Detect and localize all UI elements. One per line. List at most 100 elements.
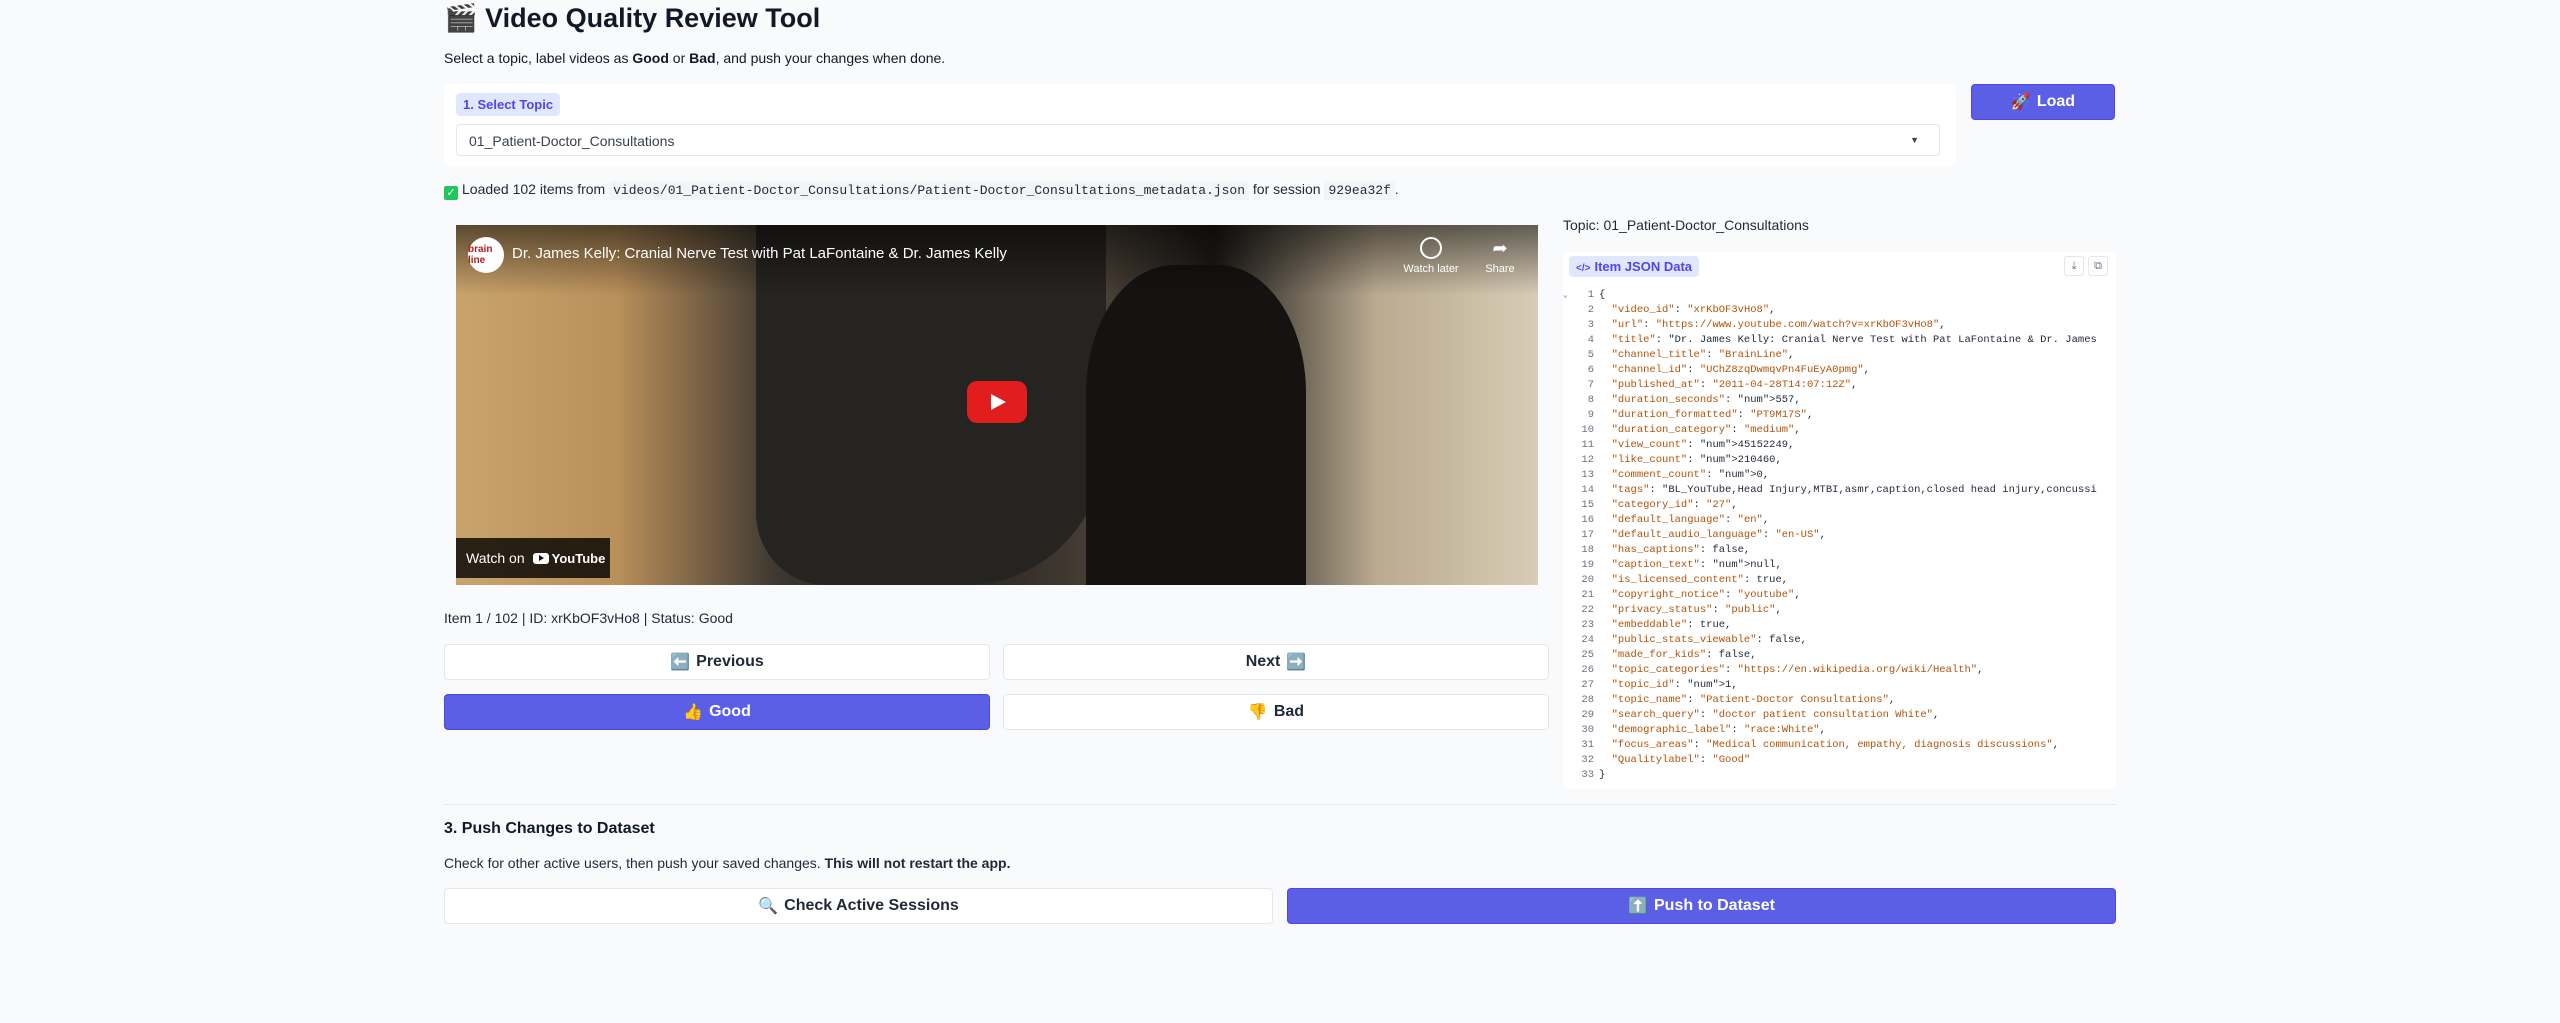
line-number: 22 (1581, 604, 1594, 616)
json-line: 16 "default_language": "en", (1563, 513, 2116, 528)
subtitle-good: Good (632, 50, 669, 66)
json-line-text: "duration_category": "medium", (1611, 424, 1801, 436)
play-button[interactable] (967, 381, 1027, 423)
json-line-text: "focus_areas": "Medical communication, e… (1611, 739, 2060, 751)
status-line: ✓ Loaded 102 items from videos/01_Patient… (444, 181, 1399, 200)
share-button[interactable]: ➦ Share (1472, 237, 1528, 275)
json-line-text: "is_licensed_content": true, (1611, 574, 1789, 586)
json-line: 2 "video_id": "xrKbOF3vHo8", (1563, 303, 2116, 318)
json-line: 29 "search_query": "doctor patient consu… (1563, 708, 2116, 723)
json-line-text: "published_at": "2011-04-28T14:07:12Z", (1611, 379, 1858, 391)
json-line-text: "caption_text": "num">null, (1611, 559, 1782, 571)
video-title[interactable]: Dr. James Kelly: Cranial Nerve Test with… (512, 245, 1007, 262)
check-active-sessions-button[interactable]: 🔍 Check Active Sessions (444, 888, 1273, 924)
share-icon: ➦ (1492, 238, 1508, 258)
subtitle-bad: Bad (689, 50, 716, 66)
copy-icon[interactable]: ⧉ (2088, 256, 2108, 276)
json-line-text: "topic_name": "Patient-Doctor Consultati… (1611, 694, 1896, 706)
json-line-text: "embeddable": true, (1611, 619, 1732, 631)
line-number: 23 (1581, 619, 1594, 631)
push-to-dataset-button[interactable]: ⬆️ Push to Dataset (1287, 888, 2116, 924)
thumbs-down-icon: 👎 (1247, 704, 1268, 721)
json-line: 12 "like_count": "num">210460, (1563, 453, 2116, 468)
json-line-text: "default_language": "en", (1611, 514, 1770, 526)
json-line: 5 "channel_title": "BrainLine", (1563, 348, 2116, 363)
download-icon[interactable]: ⤓ (2064, 256, 2084, 276)
youtube-logo: YouTube (532, 551, 605, 566)
status-text: Loaded 102 items from (462, 181, 610, 197)
app-title: 🎬 Video Quality Review Tool (444, 2, 820, 34)
watch-later-button[interactable]: Watch later (1396, 237, 1466, 275)
share-label: Share (1485, 263, 1515, 275)
arrow-up-icon: ⬆️ (1628, 898, 1648, 915)
status-text-mid: for session (1249, 181, 1325, 197)
json-line-text: "tags": "BL_YouTube,Head Injury,MTBI,asm… (1611, 484, 2097, 496)
bad-button[interactable]: 👎 Bad (1003, 694, 1549, 730)
thumbs-up-icon: 👍 (683, 704, 704, 721)
previous-button[interactable]: ⬅️ Previous (444, 644, 990, 680)
line-number: 6 (1587, 364, 1594, 376)
json-line: 7 "published_at": "2011-04-28T14:07:12Z"… (1563, 378, 2116, 393)
status-session-id: 929ea32f (1324, 181, 1395, 200)
line-number: 5 (1587, 349, 1594, 361)
line-number: 30 (1581, 724, 1594, 736)
clock-icon (1420, 237, 1442, 259)
line-number: 11 (1581, 439, 1594, 451)
topic-dropdown[interactable]: 01_Patient-Doctor_Consultations ▼ (456, 124, 1940, 156)
line-number: 4 (1587, 334, 1594, 346)
json-line-text: "search_query": "doctor patient consulta… (1611, 709, 1940, 721)
json-line: 22 "privacy_status": "public", (1563, 603, 2116, 618)
json-line: 19 "caption_text": "num">null, (1563, 558, 2116, 573)
item-info: Item 1 / 102 | ID: xrKbOF3vHo8 | Status:… (444, 610, 733, 626)
watch-on-youtube-link[interactable]: Watch on YouTube (456, 538, 610, 578)
push-description: Check for other active users, then push … (444, 855, 1010, 871)
json-line: 30 "demographic_label": "race:White", (1563, 723, 2116, 738)
line-number: 19 (1581, 559, 1594, 571)
line-number: 31 (1581, 739, 1594, 751)
arrow-left-icon: ⬅️ (670, 654, 691, 671)
json-line-text: "duration_formatted": "PT9M17S", (1611, 409, 1814, 421)
topic-panel: 1. Select Topic 01_Patient-Doctor_Consul… (444, 84, 1956, 166)
next-button[interactable]: Next ➡️ (1003, 644, 1549, 680)
json-line-text: "channel_id": "UChZ8zqDwmqvPn4FuEyA0pmg"… (1611, 364, 1870, 376)
load-button-label: Load (2036, 93, 2076, 110)
dropdown-caret-icon: ▼ (1910, 135, 1919, 145)
line-number: 26 (1581, 664, 1594, 676)
subtitle-text: Select a topic, label videos as (444, 50, 633, 66)
json-line-text: "view_count": "num">45152249, (1611, 439, 1795, 451)
topic-header: Topic: 01_Patient-Doctor_Consultations (1563, 217, 1809, 233)
video-player[interactable]: brain line Dr. James Kelly: Cranial Nerv… (456, 225, 1538, 585)
json-line: 14 "tags": "BL_YouTube,Head Injury,MTBI,… (1563, 483, 2116, 498)
status-text-end: . (1394, 181, 1399, 197)
json-line: 4 "title": "Dr. James Kelly: Cranial Ner… (1563, 333, 2116, 348)
check-sessions-label: Check Active Sessions (784, 897, 959, 914)
line-number: 20 (1581, 574, 1594, 586)
json-line-text: "channel_title": "BrainLine", (1611, 349, 1795, 361)
topic-dropdown-value: 01_Patient-Doctor_Consultations (469, 133, 675, 149)
line-number: 33 (1581, 769, 1594, 781)
json-line-text: "Qualitylabel": "Good" (1611, 754, 1751, 766)
push-label: Push to Dataset (1654, 897, 1775, 914)
fold-arrow-icon[interactable]: ⌄ (1563, 288, 1571, 303)
channel-logo[interactable]: brain line (468, 237, 504, 273)
json-line: 23 "embeddable": true, (1563, 618, 2116, 633)
json-line-text: "video_id": "xrKbOF3vHo8", (1611, 304, 1776, 316)
json-line-text: "like_count": "num">210460, (1611, 454, 1782, 466)
good-button[interactable]: 👍 Good (444, 694, 990, 730)
json-panel: </> Item JSON Data ⤓ ⧉ ⌄ 1 {2 "video_id": "… (1563, 252, 2116, 789)
json-line-text: { (1599, 289, 1606, 301)
json-toolbar: ⤓ ⧉ (2064, 256, 2108, 276)
json-code-view[interactable]: ⌄ 1{2 "video_id": "xrKbOF3vHo8", 3 "url": … (1563, 288, 2116, 783)
subtitle-text-end: , and push your changes when done. (715, 50, 946, 66)
json-line: 25 "made_for_kids": false, (1563, 648, 2116, 663)
load-button[interactable]: 🚀 Load (1971, 84, 2115, 120)
line-number: 3 (1587, 319, 1594, 331)
line-number: 27 (1581, 679, 1594, 691)
code-icon: </> (1576, 263, 1591, 274)
